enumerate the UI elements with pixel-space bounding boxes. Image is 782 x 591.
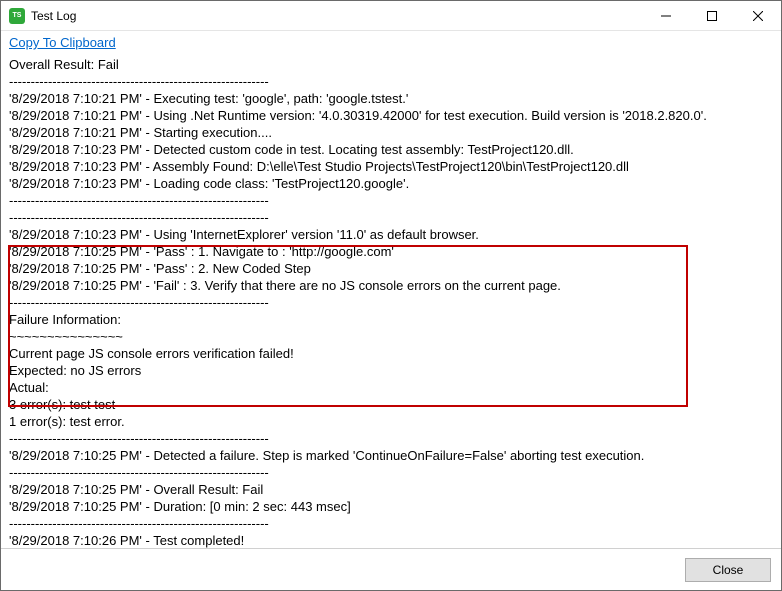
- log-line: Current page JS console errors verificat…: [9, 345, 773, 362]
- log-line: '8/29/2018 7:10:23 PM' - Detected custom…: [9, 141, 773, 158]
- footer: Close: [1, 548, 781, 590]
- log-line: Failure Information:: [9, 311, 773, 328]
- log-line: 1 error(s): test error.: [9, 413, 773, 430]
- log-line: Expected: no JS errors: [9, 362, 773, 379]
- log-line: Overall Result: Fail: [9, 56, 773, 73]
- log-line: '8/29/2018 7:10:25 PM' - Detected a fail…: [9, 447, 773, 464]
- log-line: ----------------------------------------…: [9, 192, 773, 209]
- window-buttons: [643, 1, 781, 30]
- toolbar: Copy To Clipboard: [1, 31, 781, 52]
- window-title: Test Log: [31, 9, 643, 23]
- log-line: ----------------------------------------…: [9, 73, 773, 90]
- maximize-button[interactable]: [689, 1, 735, 30]
- titlebar: Test Log: [1, 1, 781, 31]
- log-line: ----------------------------------------…: [9, 209, 773, 226]
- log-line: '8/29/2018 7:10:25 PM' - Overall Result:…: [9, 481, 773, 498]
- log-line: '8/29/2018 7:10:25 PM' - 'Pass' : 2. New…: [9, 260, 773, 277]
- log-line: ----------------------------------------…: [9, 515, 773, 532]
- close-button[interactable]: Close: [685, 558, 771, 582]
- log-line: '8/29/2018 7:10:21 PM' - Starting execut…: [9, 124, 773, 141]
- log-text[interactable]: Overall Result: Fail--------------------…: [9, 56, 773, 548]
- log-line: '8/29/2018 7:10:21 PM' - Executing test:…: [9, 90, 773, 107]
- log-line: Actual:: [9, 379, 773, 396]
- test-log-window: Test Log Copy To Clipboard Overall Resul…: [0, 0, 782, 591]
- log-line: '8/29/2018 7:10:21 PM' - Using .Net Runt…: [9, 107, 773, 124]
- log-line: '8/29/2018 7:10:26 PM' - Test completed!: [9, 532, 773, 548]
- log-line: 3 error(s): test test: [9, 396, 773, 413]
- log-line: '8/29/2018 7:10:23 PM' - Assembly Found:…: [9, 158, 773, 175]
- log-line: '8/29/2018 7:10:25 PM' - 'Pass' : 1. Nav…: [9, 243, 773, 260]
- log-line: ~~~~~~~~~~~~~~~: [9, 328, 773, 345]
- log-line: ----------------------------------------…: [9, 430, 773, 447]
- log-line: '8/29/2018 7:10:25 PM' - 'Fail' : 3. Ver…: [9, 277, 773, 294]
- close-window-button[interactable]: [735, 1, 781, 30]
- copy-to-clipboard-link[interactable]: Copy To Clipboard: [9, 35, 116, 50]
- minimize-button[interactable]: [643, 1, 689, 30]
- log-line: '8/29/2018 7:10:25 PM' - Duration: [0 mi…: [9, 498, 773, 515]
- log-line: ----------------------------------------…: [9, 464, 773, 481]
- log-content-area: Overall Result: Fail--------------------…: [1, 52, 781, 548]
- log-line: '8/29/2018 7:10:23 PM' - Loading code cl…: [9, 175, 773, 192]
- app-icon: [9, 8, 25, 24]
- log-line: ----------------------------------------…: [9, 294, 773, 311]
- log-line: '8/29/2018 7:10:23 PM' - Using 'Internet…: [9, 226, 773, 243]
